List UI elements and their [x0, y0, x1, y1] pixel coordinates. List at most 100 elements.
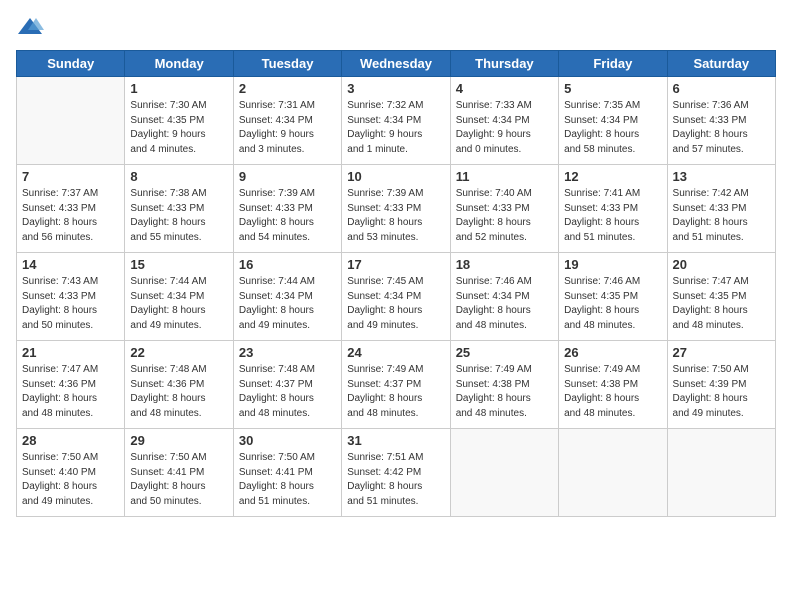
day-info: Sunrise: 7:50 AM Sunset: 4:39 PM Dayligh…	[673, 363, 770, 421]
calendar-cell: 22 Sunrise: 7:48 AM Sunset: 4:36 PM Dayli…	[125, 341, 233, 429]
day-info: Sunrise: 7:31 AM Sunset: 4:34 PM Dayligh…	[239, 99, 336, 157]
day-number: 31	[347, 433, 444, 448]
calendar-cell: 25 Sunrise: 7:49 AM Sunset: 4:38 PM Dayli…	[450, 341, 558, 429]
header	[16, 16, 776, 38]
day-number: 12	[564, 169, 661, 184]
day-number: 2	[239, 81, 336, 96]
day-info: Sunrise: 7:50 AM Sunset: 4:40 PM Dayligh…	[22, 451, 119, 509]
calendar-cell: 30Sunrise: 7:50 AM Sunset: 4:41 PM Dayli…	[233, 429, 341, 517]
calendar-cell: 21 Sunrise: 7:47 AM Sunset: 4:36 PM Dayli…	[17, 341, 125, 429]
day-number: 22	[130, 345, 227, 360]
day-info: Sunrise: 7:42 AM Sunset: 4:33 PM Dayligh…	[673, 187, 770, 245]
day-number: 14	[22, 257, 119, 272]
day-number: 17	[347, 257, 444, 272]
day-number: 25	[456, 345, 553, 360]
day-info: Sunrise: 7:46 AM Sunset: 4:34 PM Dayligh…	[456, 275, 553, 333]
day-number: 29	[130, 433, 227, 448]
weekday-header-monday: Monday	[125, 51, 233, 77]
day-info: Sunrise: 7:36 AM Sunset: 4:33 PM Dayligh…	[673, 99, 770, 157]
calendar-cell: 12 Sunrise: 7:41 AM Sunset: 4:33 PM Dayli…	[559, 165, 667, 253]
day-info: Sunrise: 7:40 AM Sunset: 4:33 PM Dayligh…	[456, 187, 553, 245]
day-info: Sunrise: 7:41 AM Sunset: 4:33 PM Dayligh…	[564, 187, 661, 245]
calendar-cell: 2 Sunrise: 7:31 AM Sunset: 4:34 PM Daylig…	[233, 77, 341, 165]
day-info: Sunrise: 7:47 AM Sunset: 4:35 PM Dayligh…	[673, 275, 770, 333]
day-number: 9	[239, 169, 336, 184]
calendar-cell	[559, 429, 667, 517]
calendar-cell: 15 Sunrise: 7:44 AM Sunset: 4:34 PM Dayli…	[125, 253, 233, 341]
day-info: Sunrise: 7:51 AM Sunset: 4:42 PM Dayligh…	[347, 451, 444, 509]
day-info: Sunrise: 7:43 AM Sunset: 4:33 PM Dayligh…	[22, 275, 119, 333]
day-number: 3	[347, 81, 444, 96]
day-number: 28	[22, 433, 119, 448]
day-info: Sunrise: 7:47 AM Sunset: 4:36 PM Dayligh…	[22, 363, 119, 421]
day-number: 7	[22, 169, 119, 184]
calendar-cell: 26 Sunrise: 7:49 AM Sunset: 4:38 PM Dayli…	[559, 341, 667, 429]
weekday-header-sunday: Sunday	[17, 51, 125, 77]
calendar-cell: 13Sunrise: 7:42 AM Sunset: 4:33 PM Dayli…	[667, 165, 775, 253]
calendar-cell	[667, 429, 775, 517]
weekday-header-tuesday: Tuesday	[233, 51, 341, 77]
calendar-cell	[17, 77, 125, 165]
day-info: Sunrise: 7:48 AM Sunset: 4:36 PM Dayligh…	[130, 363, 227, 421]
day-info: Sunrise: 7:49 AM Sunset: 4:37 PM Dayligh…	[347, 363, 444, 421]
calendar-cell: 10Sunrise: 7:39 AM Sunset: 4:33 PM Dayli…	[342, 165, 450, 253]
calendar-cell: 11 Sunrise: 7:40 AM Sunset: 4:33 PM Dayli…	[450, 165, 558, 253]
day-info: Sunrise: 7:35 AM Sunset: 4:34 PM Dayligh…	[564, 99, 661, 157]
day-number: 5	[564, 81, 661, 96]
calendar-cell: 3 Sunrise: 7:32 AM Sunset: 4:34 PM Daylig…	[342, 77, 450, 165]
day-info: Sunrise: 7:37 AM Sunset: 4:33 PM Dayligh…	[22, 187, 119, 245]
calendar-cell: 18 Sunrise: 7:46 AM Sunset: 4:34 PM Dayli…	[450, 253, 558, 341]
logo	[16, 16, 48, 38]
day-info: Sunrise: 7:39 AM Sunset: 4:33 PM Dayligh…	[239, 187, 336, 245]
day-info: Sunrise: 7:50 AM Sunset: 4:41 PM Dayligh…	[239, 451, 336, 509]
day-number: 23	[239, 345, 336, 360]
day-info: Sunrise: 7:32 AM Sunset: 4:34 PM Dayligh…	[347, 99, 444, 157]
calendar-cell: 27Sunrise: 7:50 AM Sunset: 4:39 PM Dayli…	[667, 341, 775, 429]
calendar-week-1: 1 Sunrise: 7:30 AM Sunset: 4:35 PM Daylig…	[17, 77, 776, 165]
day-number: 15	[130, 257, 227, 272]
calendar-cell: 6 Sunrise: 7:36 AM Sunset: 4:33 PM Daylig…	[667, 77, 775, 165]
calendar-cell: 29Sunrise: 7:50 AM Sunset: 4:41 PM Dayli…	[125, 429, 233, 517]
calendar-cell: 8 Sunrise: 7:38 AM Sunset: 4:33 PM Daylig…	[125, 165, 233, 253]
logo-icon	[16, 16, 44, 38]
calendar-week-3: 14 Sunrise: 7:43 AM Sunset: 4:33 PM Dayli…	[17, 253, 776, 341]
calendar-week-2: 7 Sunrise: 7:37 AM Sunset: 4:33 PM Daylig…	[17, 165, 776, 253]
day-number: 16	[239, 257, 336, 272]
day-info: Sunrise: 7:39 AM Sunset: 4:33 PM Dayligh…	[347, 187, 444, 245]
calendar-cell: 24 Sunrise: 7:49 AM Sunset: 4:37 PM Dayli…	[342, 341, 450, 429]
calendar-cell: 16Sunrise: 7:44 AM Sunset: 4:34 PM Dayli…	[233, 253, 341, 341]
day-number: 6	[673, 81, 770, 96]
weekday-header-wednesday: Wednesday	[342, 51, 450, 77]
weekday-header-friday: Friday	[559, 51, 667, 77]
day-info: Sunrise: 7:49 AM Sunset: 4:38 PM Dayligh…	[564, 363, 661, 421]
day-info: Sunrise: 7:49 AM Sunset: 4:38 PM Dayligh…	[456, 363, 553, 421]
day-number: 4	[456, 81, 553, 96]
calendar-cell: 5 Sunrise: 7:35 AM Sunset: 4:34 PM Daylig…	[559, 77, 667, 165]
calendar-cell: 14 Sunrise: 7:43 AM Sunset: 4:33 PM Dayli…	[17, 253, 125, 341]
day-number: 11	[456, 169, 553, 184]
calendar-week-4: 21 Sunrise: 7:47 AM Sunset: 4:36 PM Dayli…	[17, 341, 776, 429]
calendar-cell: 20 Sunrise: 7:47 AM Sunset: 4:35 PM Dayli…	[667, 253, 775, 341]
day-info: Sunrise: 7:33 AM Sunset: 4:34 PM Dayligh…	[456, 99, 553, 157]
day-info: Sunrise: 7:44 AM Sunset: 4:34 PM Dayligh…	[130, 275, 227, 333]
day-info: Sunrise: 7:38 AM Sunset: 4:33 PM Dayligh…	[130, 187, 227, 245]
day-number: 26	[564, 345, 661, 360]
day-info: Sunrise: 7:46 AM Sunset: 4:35 PM Dayligh…	[564, 275, 661, 333]
calendar-cell	[450, 429, 558, 517]
day-number: 19	[564, 257, 661, 272]
calendar-cell: 9 Sunrise: 7:39 AM Sunset: 4:33 PM Daylig…	[233, 165, 341, 253]
calendar-cell: 1 Sunrise: 7:30 AM Sunset: 4:35 PM Daylig…	[125, 77, 233, 165]
day-number: 1	[130, 81, 227, 96]
calendar-cell: 28 Sunrise: 7:50 AM Sunset: 4:40 PM Dayli…	[17, 429, 125, 517]
weekday-header-thursday: Thursday	[450, 51, 558, 77]
calendar-cell: 7 Sunrise: 7:37 AM Sunset: 4:33 PM Daylig…	[17, 165, 125, 253]
day-number: 21	[22, 345, 119, 360]
weekday-header-saturday: Saturday	[667, 51, 775, 77]
day-number: 18	[456, 257, 553, 272]
day-number: 8	[130, 169, 227, 184]
day-info: Sunrise: 7:30 AM Sunset: 4:35 PM Dayligh…	[130, 99, 227, 157]
day-number: 24	[347, 345, 444, 360]
day-number: 20	[673, 257, 770, 272]
calendar-table: SundayMondayTuesdayWednesdayThursdayFrid…	[16, 50, 776, 517]
calendar-cell: 4 Sunrise: 7:33 AM Sunset: 4:34 PM Daylig…	[450, 77, 558, 165]
